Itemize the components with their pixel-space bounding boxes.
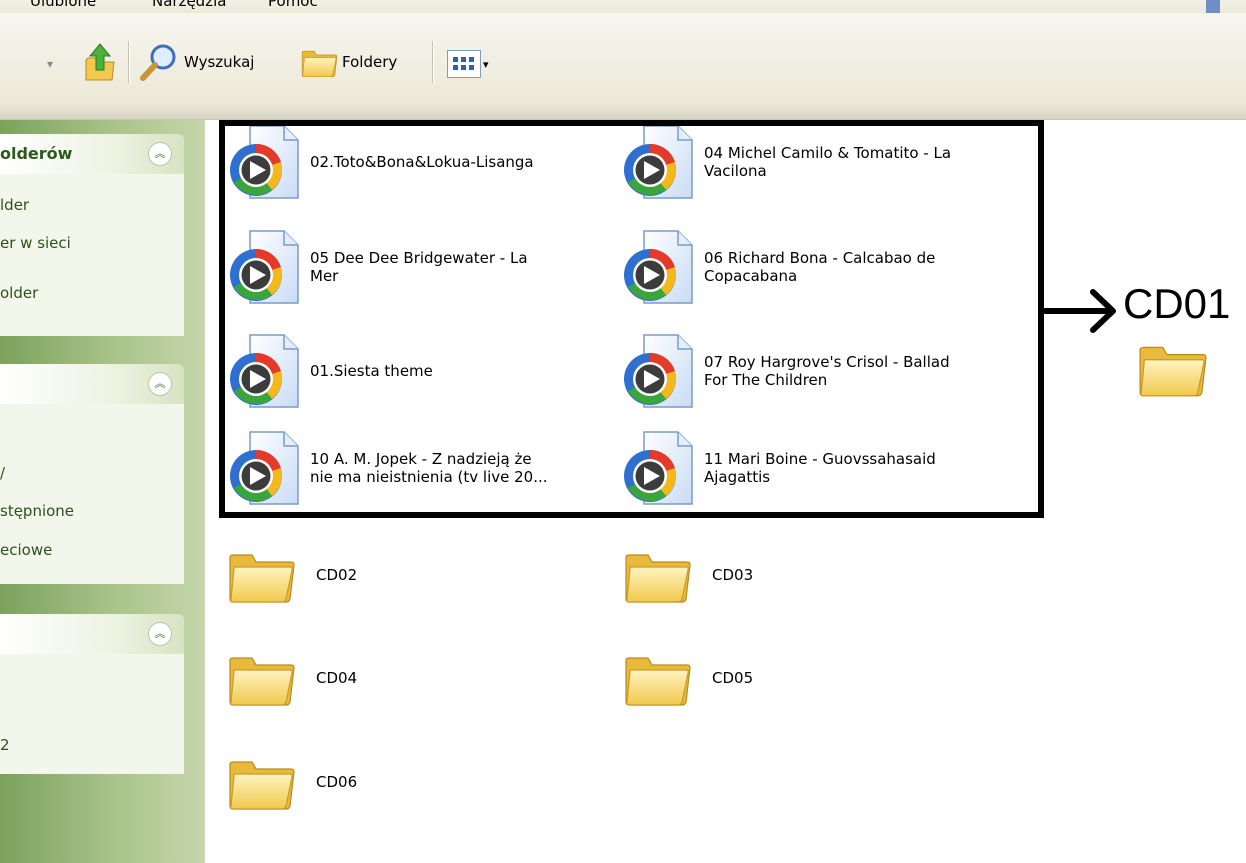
task-link[interactable]: lder bbox=[0, 196, 29, 214]
up-folder-icon[interactable] bbox=[80, 40, 116, 84]
folder-name: CD05 bbox=[712, 669, 754, 687]
folder-name: CD04 bbox=[316, 669, 358, 687]
folder-name: CD02 bbox=[316, 566, 358, 584]
task-panel-places: ︽ / stępnione eciowe bbox=[0, 364, 184, 584]
search-button[interactable]: Wyszukaj bbox=[138, 42, 254, 82]
folder-item[interactable]: CD02 bbox=[226, 545, 357, 605]
windows-logo-icon bbox=[1206, 0, 1220, 13]
collapse-icon[interactable]: ︽ bbox=[148, 372, 172, 396]
toolbar: ▾ Wyszukaj Foldery ▾ bbox=[0, 13, 1246, 120]
task-pane: olderów ︽ lder er w sieci older ︽ / stęp… bbox=[0, 120, 205, 863]
folder-icon bbox=[226, 545, 296, 605]
task-link[interactable]: / bbox=[0, 464, 5, 482]
menu-help[interactable]: Pomoc bbox=[268, 0, 318, 10]
menu-bar: Ulubione Narzędzia Pomoc bbox=[0, 0, 1246, 13]
folder-icon bbox=[622, 545, 692, 605]
view-icon bbox=[447, 50, 481, 78]
task-link[interactable]: older bbox=[0, 284, 38, 302]
collapse-icon[interactable]: ︽ bbox=[148, 622, 172, 646]
folder-icon bbox=[226, 648, 296, 708]
task-link[interactable]: stępnione bbox=[0, 502, 74, 520]
arrow-right-icon bbox=[1043, 289, 1116, 333]
folder-icon bbox=[226, 752, 296, 812]
task-panel-details: ︽ 2 bbox=[0, 614, 184, 774]
task-link[interactable]: eciowe bbox=[0, 541, 52, 559]
folder-item[interactable]: CD05 bbox=[622, 648, 753, 708]
task-panel-body: 2 bbox=[0, 654, 184, 774]
folders-button[interactable]: Foldery bbox=[300, 42, 397, 82]
chevron-down-icon[interactable]: ▾ bbox=[483, 58, 489, 71]
task-panel-header[interactable]: ︽ bbox=[0, 364, 184, 404]
search-label: Wyszukaj bbox=[184, 53, 255, 71]
task-link[interactable]: 2 bbox=[0, 736, 10, 754]
folder-item[interactable]: CD04 bbox=[226, 648, 357, 708]
task-panel-header[interactable]: olderów ︽ bbox=[0, 134, 184, 174]
back-dropdown-icon[interactable]: ▾ bbox=[47, 57, 53, 71]
folder-name: CD03 bbox=[712, 566, 754, 584]
folder-item[interactable]: CD03 bbox=[622, 545, 753, 605]
task-panel-title: olderów bbox=[0, 144, 73, 163]
task-panel-folder: olderów ︽ lder er w sieci older bbox=[0, 134, 184, 336]
task-link[interactable]: er w sieci bbox=[0, 234, 71, 252]
target-folder-label: CD01 bbox=[1123, 280, 1231, 327]
folder-name: CD06 bbox=[316, 773, 358, 791]
toolbar-separator bbox=[432, 41, 434, 83]
folder-icon bbox=[622, 648, 692, 708]
folder-item[interactable]: CD06 bbox=[226, 752, 357, 812]
task-panel-body: lder er w sieci older bbox=[0, 174, 184, 336]
collapse-icon[interactable]: ︽ bbox=[148, 142, 172, 166]
folders-label: Foldery bbox=[342, 53, 398, 71]
task-panel-header[interactable]: ︽ bbox=[0, 614, 184, 654]
toolbar-separator bbox=[128, 41, 130, 83]
menu-favorites[interactable]: Ulubione bbox=[30, 0, 96, 10]
search-icon bbox=[140, 44, 176, 81]
menu-tools[interactable]: Narzędzia bbox=[152, 0, 226, 10]
views-button[interactable]: ▾ bbox=[447, 50, 489, 78]
folders-icon bbox=[300, 44, 338, 80]
folder-icon bbox=[1136, 336, 1208, 400]
selection-highlight-box bbox=[219, 120, 1044, 518]
task-panel-body: / stępnione eciowe bbox=[0, 404, 184, 584]
